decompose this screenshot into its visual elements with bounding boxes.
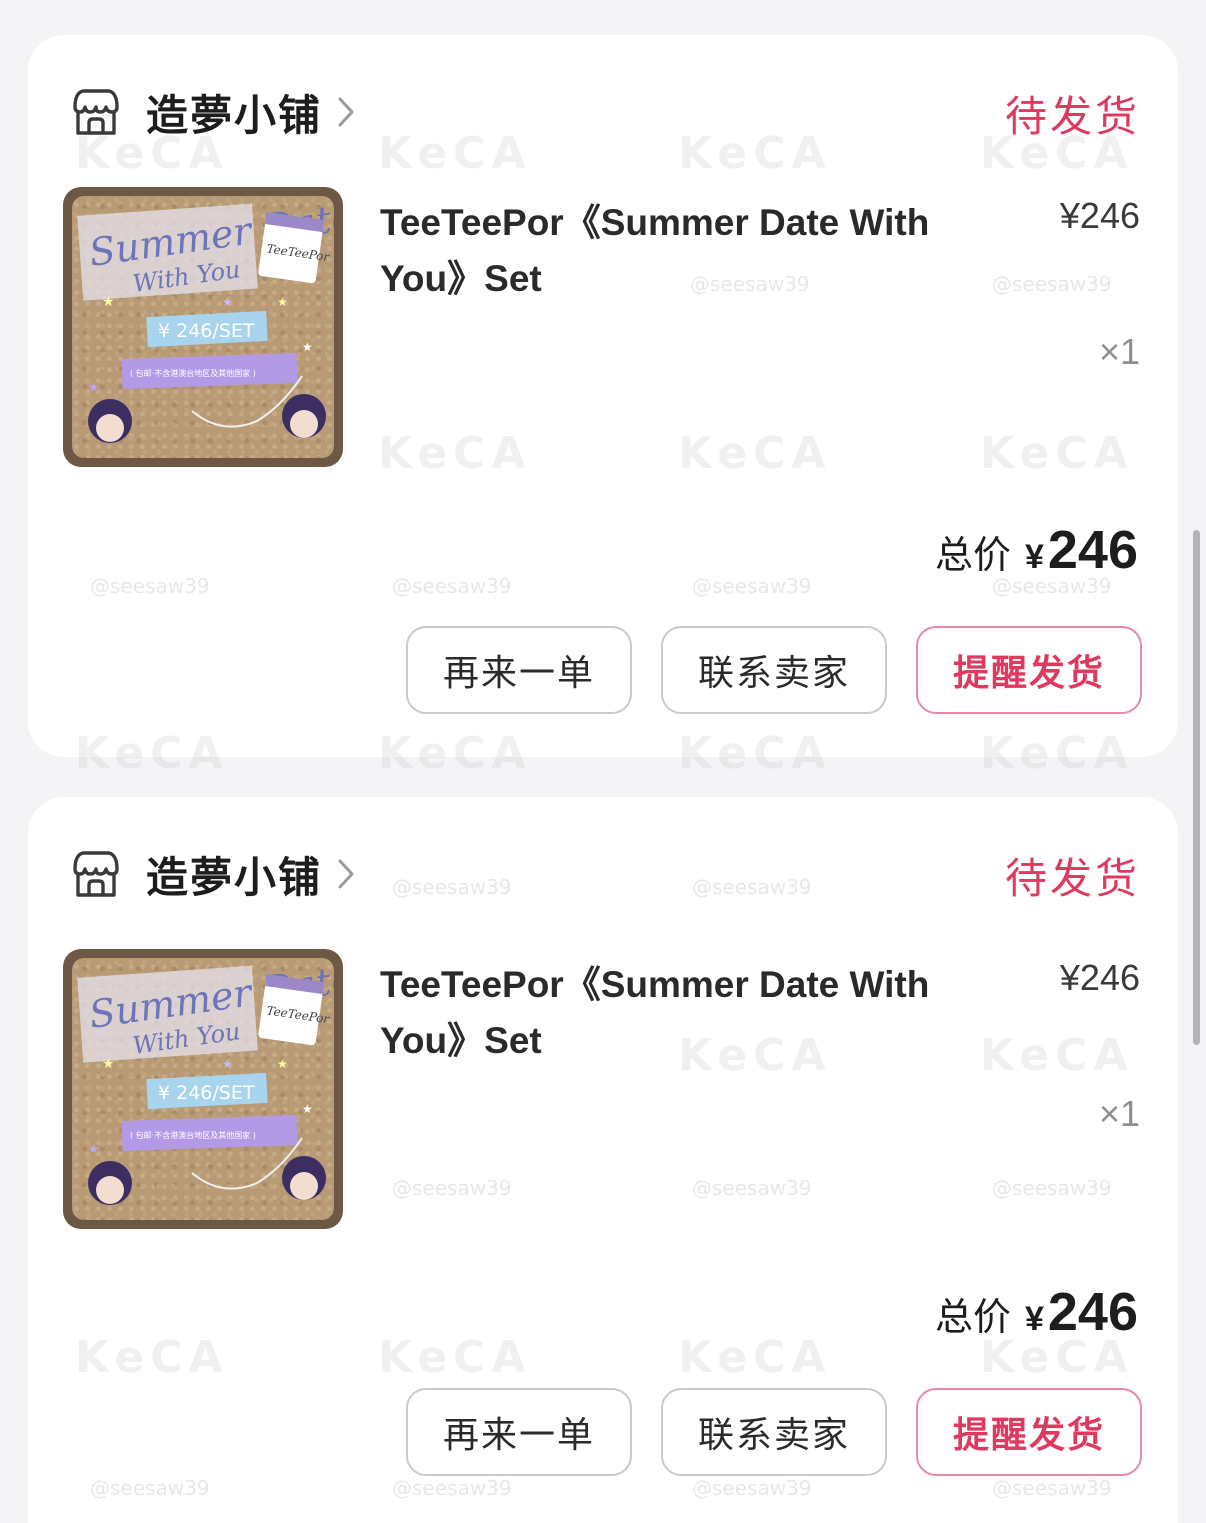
thumb-price-tag: ¥ 246/SET — [158, 320, 255, 342]
total-currency: ¥ — [1024, 538, 1044, 576]
quantity: ×1 — [1098, 331, 1140, 372]
unit-price: ¥246 — [1059, 195, 1140, 236]
total-amount: 246 — [1047, 520, 1138, 580]
shop-name: 造夢小铺 — [146, 90, 323, 140]
store-icon — [68, 84, 124, 140]
store-icon — [68, 846, 124, 902]
thumb-note: ( 包邮·不含港澳台地区及其他国家 ) — [130, 1130, 256, 1140]
total-currency: ¥ — [1024, 1300, 1044, 1338]
contact-seller-button[interactable]: 联系卖家 — [661, 626, 887, 714]
svg-text:★: ★ — [222, 1057, 233, 1071]
svg-text:★: ★ — [302, 340, 313, 354]
unit-price: ¥246 — [1059, 957, 1140, 998]
scrollbar[interactable] — [1193, 530, 1200, 1045]
order-card: 造夢小铺 待发货 Summer Date With You TeeTeePor … — [28, 797, 1178, 1523]
contact-seller-button[interactable]: 联系卖家 — [661, 1388, 887, 1476]
total-label: 总价 — [934, 533, 1011, 577]
order-card: 造夢小铺 待发货 Summer Date With You TeeTeePor … — [28, 35, 1178, 757]
total-label: 总价 — [934, 1295, 1011, 1339]
remind-shipping-button[interactable]: 提醒发货 — [916, 1388, 1142, 1476]
product-thumbnail[interactable]: Summer Date With You TeeTeePor ¥ 246/SET… — [63, 187, 343, 467]
shop-link[interactable]: 造夢小铺 — [68, 839, 358, 909]
order-list: 造夢小铺 待发货 Summer Date With You TeeTeePor … — [0, 0, 1206, 1523]
thumb-price-tag: ¥ 246/SET — [158, 1082, 255, 1104]
svg-text:★: ★ — [102, 293, 115, 309]
order-total: 总价 ¥ 246 — [935, 1281, 1138, 1343]
thumb-note: ( 包邮·不含港澳台地区及其他国家 ) — [130, 368, 256, 378]
shop-name: 造夢小铺 — [146, 852, 323, 902]
remind-shipping-button[interactable]: 提醒发货 — [916, 626, 1142, 714]
svg-text:★: ★ — [102, 1055, 115, 1071]
quantity: ×1 — [1098, 1093, 1140, 1134]
order-total: 总价 ¥ 246 — [935, 519, 1138, 581]
product-title[interactable]: TeeTeePor《Summer Date With You》Set — [380, 957, 980, 1069]
chevron-right-icon — [336, 94, 358, 130]
reorder-button[interactable]: 再来一单 — [406, 626, 632, 714]
order-status: 待发货 — [1004, 92, 1140, 141]
svg-text:★: ★ — [302, 1102, 313, 1116]
product-thumbnail[interactable]: Summer Date With You TeeTeePor ¥ 246/SET… — [63, 949, 343, 1229]
product-title[interactable]: TeeTeePor《Summer Date With You》Set — [380, 195, 980, 307]
reorder-button[interactable]: 再来一单 — [406, 1388, 632, 1476]
svg-text:★: ★ — [88, 1142, 99, 1156]
svg-text:★: ★ — [222, 295, 233, 309]
chevron-right-icon — [336, 856, 358, 892]
shop-link[interactable]: 造夢小铺 — [68, 77, 358, 147]
svg-text:★: ★ — [88, 380, 99, 394]
svg-text:★: ★ — [277, 1057, 288, 1071]
order-status: 待发货 — [1004, 854, 1140, 903]
svg-text:★: ★ — [277, 295, 288, 309]
total-amount: 246 — [1047, 1282, 1138, 1342]
